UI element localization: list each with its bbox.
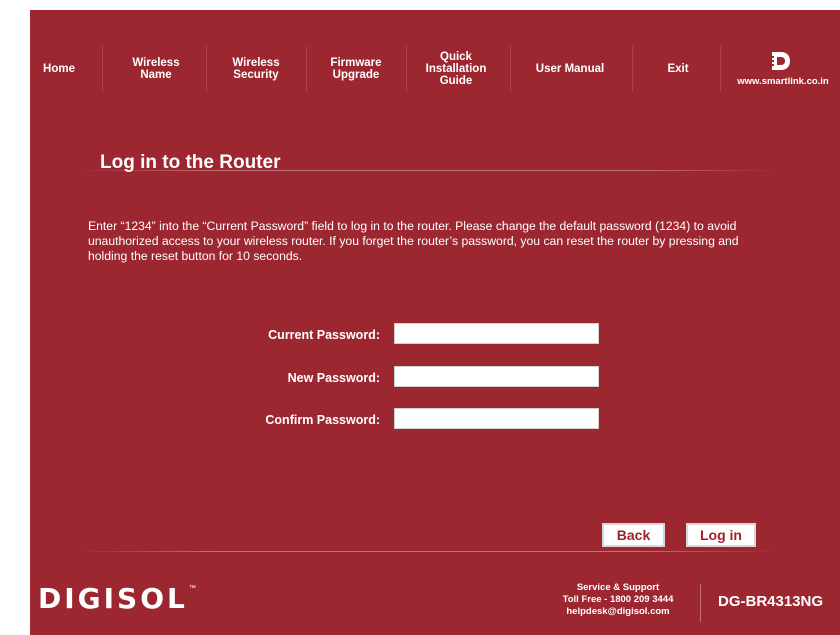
router-frame: Home Wireless Name Wireless Security Fir…	[30, 10, 840, 635]
support-phone: Toll Free - 1800 209 3444	[562, 594, 674, 605]
nav-separator	[406, 46, 407, 92]
footer-divider	[78, 551, 778, 552]
new-password-label: New Password:	[287, 371, 380, 385]
nav-separator	[510, 46, 511, 92]
trademark-mark: ™	[188, 584, 196, 592]
new-password-input[interactable]	[394, 366, 599, 387]
support-title: Service & Support	[576, 582, 660, 593]
model-number: DG-BR4313NG	[718, 593, 824, 610]
nav-separator	[632, 46, 633, 92]
title-divider	[78, 170, 778, 171]
logo-text: DIGISOL	[38, 581, 188, 615]
nav-exit[interactable]: Exit	[636, 40, 720, 98]
nav-quick-installation-guide[interactable]: Quick Installation Guide	[410, 40, 502, 98]
current-password-input[interactable]	[394, 323, 599, 344]
digisol-logo: DIGISOL ™	[38, 581, 196, 615]
nav-separator	[206, 46, 207, 92]
brand-url[interactable]: www.smartlink.co.in	[718, 76, 840, 87]
back-button[interactable]: Back	[602, 523, 665, 547]
nav-wireless-security[interactable]: Wireless Security	[210, 40, 302, 98]
confirm-password-input[interactable]	[394, 408, 599, 429]
nav-separator	[306, 46, 307, 92]
nav-wireless-name[interactable]: Wireless Name	[108, 40, 204, 98]
nav-separator	[102, 46, 103, 92]
nav-firmware-upgrade[interactable]: Firmware Upgrade	[310, 40, 402, 98]
confirm-password-label: Confirm Password:	[265, 413, 380, 427]
footer-separator	[700, 584, 701, 622]
nav-user-manual[interactable]: User Manual	[514, 40, 626, 98]
support-info: Service & Support Toll Free - 1800 209 3…	[548, 582, 688, 618]
top-nav: Home Wireless Name Wireless Security Fir…	[30, 40, 840, 98]
login-button[interactable]: Log in	[686, 523, 756, 547]
current-password-label: Current Password:	[268, 328, 380, 342]
nav-home[interactable]: Home	[30, 40, 88, 98]
login-instructions: Enter “1234” into the “Current Password”…	[88, 219, 739, 263]
digisol-mark-icon	[770, 52, 790, 70]
support-email[interactable]: helpdesk@digisol.com	[548, 606, 688, 618]
